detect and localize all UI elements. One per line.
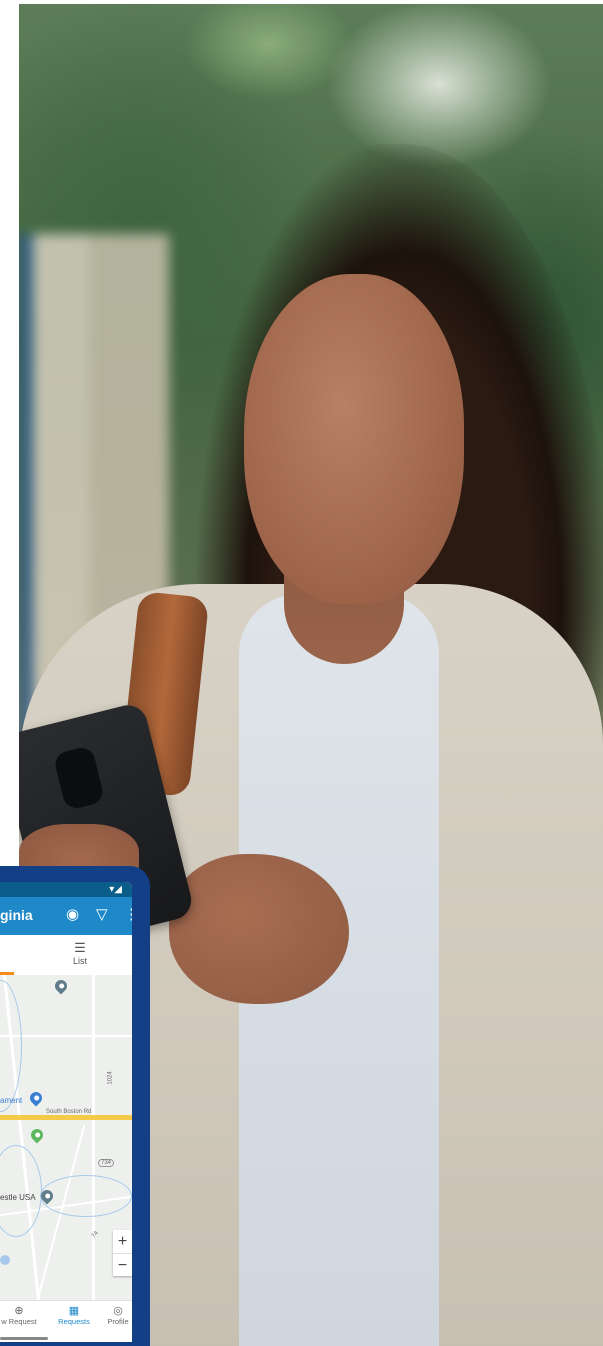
major-road — [0, 1115, 132, 1120]
map-pin-icon[interactable] — [27, 1089, 45, 1107]
stage: ▾◢ ginia ◉ ▽ ⋮ ☰ List South Boston Rd 10… — [0, 0, 603, 1346]
bottom-nav: ⊕ w Request ▦ Requests ◎ Profile — [0, 1300, 132, 1335]
zoom-in-button[interactable]: + — [113, 1230, 132, 1253]
zoom-out-button[interactable]: − — [113, 1254, 132, 1277]
view-tabs: ☰ List — [0, 935, 132, 976]
poi-label: estle USA — [0, 1193, 36, 1202]
road-label: South Boston Rd — [46, 1109, 92, 1115]
map-road — [92, 975, 95, 1300]
map-view[interactable]: South Boston Rd 1024 734 74 ament estle … — [0, 975, 132, 1300]
map-river — [0, 1145, 42, 1237]
map-pin-icon[interactable] — [52, 977, 70, 995]
map-river — [40, 1175, 132, 1217]
poi-label: ament — [0, 1096, 23, 1105]
more-icon[interactable]: ⋮ — [124, 905, 132, 923]
nav-label: w Request — [1, 1317, 37, 1326]
nav-profile[interactable]: ◎ Profile — [104, 1305, 132, 1326]
zoom-controls: + − — [113, 1230, 132, 1276]
map-pin-icon[interactable] — [28, 1126, 46, 1144]
woman-face — [244, 274, 464, 604]
tab-list-label: List — [72, 956, 87, 966]
map-lake — [0, 1255, 10, 1265]
locate-icon[interactable]: ◉ — [66, 905, 79, 923]
app-screen: ▾◢ ginia ◉ ▽ ⋮ ☰ List South Boston Rd 10… — [0, 882, 132, 1342]
nav-label: Profile — [107, 1317, 129, 1326]
nav-requests[interactable]: ▦ Requests — [56, 1305, 92, 1326]
map-river — [0, 980, 22, 1112]
plus-circle-icon: ⊕ — [14, 1305, 24, 1317]
tab-list[interactable]: ☰ List — [62, 941, 98, 966]
home-indicator — [0, 1337, 48, 1340]
profile-icon: ◎ — [113, 1305, 123, 1317]
nav-new-request[interactable]: ⊕ w Request — [0, 1305, 38, 1326]
filter-icon[interactable]: ▽ — [96, 905, 108, 923]
requests-icon: ▦ — [68, 1305, 80, 1317]
nav-label: Requests — [58, 1317, 90, 1326]
wifi-battery-icon: ▾◢ — [109, 884, 122, 895]
road-label: 1024 — [107, 1071, 114, 1085]
status-bar: ▾◢ — [0, 882, 132, 897]
app-title: ginia — [0, 907, 33, 923]
app-mockup-phone: ▾◢ ginia ◉ ▽ ⋮ ☰ List South Boston Rd 10… — [0, 866, 150, 1346]
road-label: 734 — [98, 1159, 115, 1167]
app-bar: ginia ◉ ▽ ⋮ — [0, 897, 132, 935]
list-icon: ☰ — [74, 940, 86, 955]
